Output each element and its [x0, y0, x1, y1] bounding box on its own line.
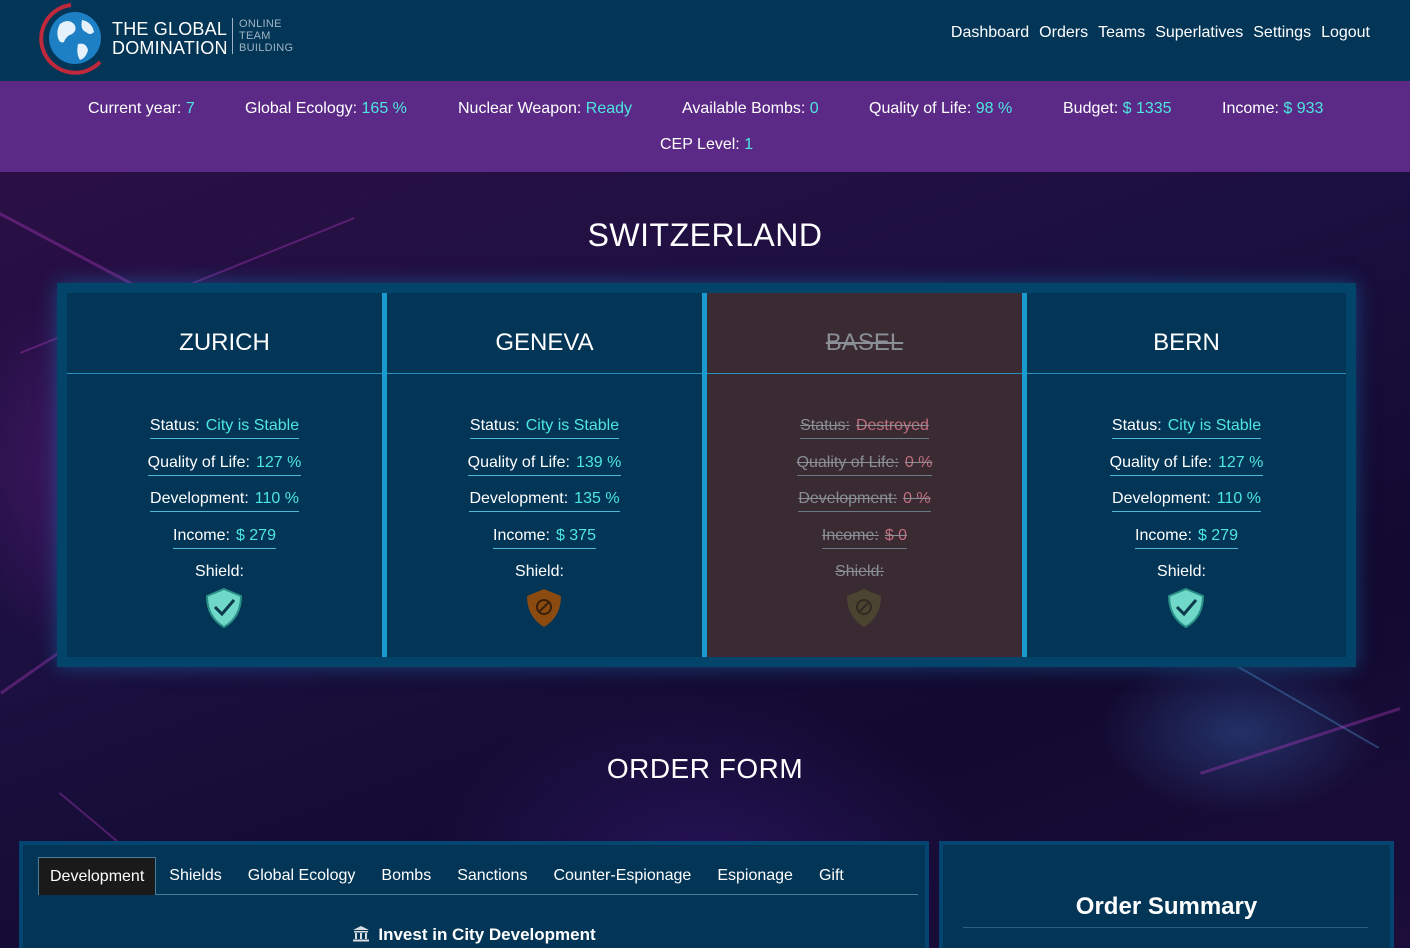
tab-espionage[interactable]: Espionage [704, 857, 806, 895]
city-card-geneva: GENEVA Status: City is Stable Quality of … [387, 293, 702, 657]
city-income: Income: $ 0 [707, 527, 1022, 549]
order-form-title: ORDER FORM [606, 753, 804, 784]
stat-available-bombs: Available Bombs: 0 [682, 100, 819, 117]
city-quality-of-life: Quality of Life: 139 % [387, 454, 702, 476]
city-status: Status: Destroyed [707, 417, 1022, 439]
city-status: Status: City is Stable [67, 417, 382, 439]
tab-development[interactable]: Development [38, 857, 157, 895]
city-name: BERN [1153, 329, 1220, 356]
stat-nuclear-weapon: Nuclear Weapon: Ready [458, 100, 633, 117]
city-quality-of-life: Quality of Life: 127 % [67, 454, 382, 476]
nav-dashboard[interactable]: Dashboard [951, 24, 1029, 42]
city-shield-label: Shield: [1157, 563, 1206, 580]
country-title: SWITZERLAND [587, 217, 823, 253]
city-name: ZURICH [179, 329, 270, 356]
divider [963, 927, 1368, 928]
city-income: Income: $ 279 [1027, 527, 1346, 549]
city-status: Status: City is Stable [1027, 417, 1346, 439]
stat-global-ecology: Global Ecology: 165 % [245, 100, 407, 117]
city-shield-label: Shield: [195, 563, 244, 580]
divider [1027, 373, 1346, 374]
city-shield-label: Shield: [835, 563, 884, 580]
tab-gift[interactable]: Gift [806, 857, 857, 895]
tab-sanctions[interactable]: Sanctions [444, 857, 540, 895]
city-name: BASEL [825, 329, 904, 356]
city-card-zurich: ZURICH Status: City is Stable Quality of … [67, 293, 382, 657]
stat-budget: Budget: $ 1335 [1063, 100, 1172, 117]
cities-panel: ZURICH Status: City is Stable Quality of … [57, 283, 1356, 667]
main-nav: Dashboard Orders Teams Superlatives Sett… [951, 24, 1370, 42]
city-name: GENEVA [495, 329, 594, 356]
invest-heading: Invest in City Development [23, 925, 925, 945]
city-development: Development: 0 % [707, 490, 1022, 512]
stats-bar: Current year: 7 Global Ecology: 165 % Nu… [0, 81, 1410, 172]
city-income: Income: $ 279 [67, 527, 382, 549]
city-development: Development: 135 % [387, 490, 702, 512]
brand-logo[interactable]: THE GLOBAL DOMINATION ONLINE TEAM BUILDI… [38, 2, 298, 78]
brand-title: THE GLOBAL DOMINATION [112, 19, 228, 58]
nav-superlatives[interactable]: Superlatives [1155, 24, 1243, 42]
city-development: Development: 110 % [1027, 490, 1346, 512]
shield-blocked-icon [527, 589, 561, 627]
bank-icon [353, 926, 370, 942]
city-card-bern: BERN Status: City is Stable Quality of Li… [1027, 293, 1346, 657]
city-card-basel: BASEL Status: Destroyed Quality of Life: 0… [707, 293, 1022, 657]
stat-current-year: Current year: 7 [88, 100, 195, 117]
order-form-panel: Development Shields Global Ecology Bombs… [19, 841, 929, 948]
tab-shields[interactable]: Shields [156, 857, 234, 895]
stat-quality-of-life: Quality of Life: 98 % [869, 100, 1013, 117]
shield-check-icon [205, 587, 243, 629]
shield-blocked-icon [847, 589, 881, 627]
city-quality-of-life: Quality of Life: 127 % [1027, 454, 1346, 476]
nav-logout[interactable]: Logout [1321, 24, 1370, 42]
nav-teams[interactable]: Teams [1098, 24, 1145, 42]
order-summary-panel: Order Summary [939, 841, 1394, 948]
tab-counter-espionage[interactable]: Counter-Espionage [540, 857, 704, 895]
stat-income: Income: $ 933 [1222, 100, 1324, 117]
divider [387, 373, 702, 374]
tab-bombs[interactable]: Bombs [368, 857, 444, 895]
nav-settings[interactable]: Settings [1253, 24, 1311, 42]
order-tabs: Development Shields Global Ecology Bombs… [38, 857, 918, 895]
top-navbar: THE GLOBAL DOMINATION ONLINE TEAM BUILDI… [0, 0, 1410, 81]
tab-global-ecology[interactable]: Global Ecology [235, 857, 369, 895]
stat-cep-level: CEP Level: 1 [660, 136, 754, 153]
city-income: Income: $ 375 [387, 527, 702, 549]
divider [707, 373, 1022, 374]
order-summary-title: Order Summary [1075, 893, 1258, 920]
city-shield-label: Shield: [515, 563, 564, 580]
globe-logo-icon [39, 3, 102, 75]
brand-subtitle: ONLINE TEAM BUILDING [232, 18, 293, 54]
divider [67, 373, 382, 374]
city-status: Status: City is Stable [387, 417, 702, 439]
city-quality-of-life: Quality of Life: 0 % [707, 454, 1022, 476]
city-development: Development: 110 % [67, 490, 382, 512]
shield-check-icon [1167, 587, 1205, 629]
nav-orders[interactable]: Orders [1039, 24, 1088, 42]
